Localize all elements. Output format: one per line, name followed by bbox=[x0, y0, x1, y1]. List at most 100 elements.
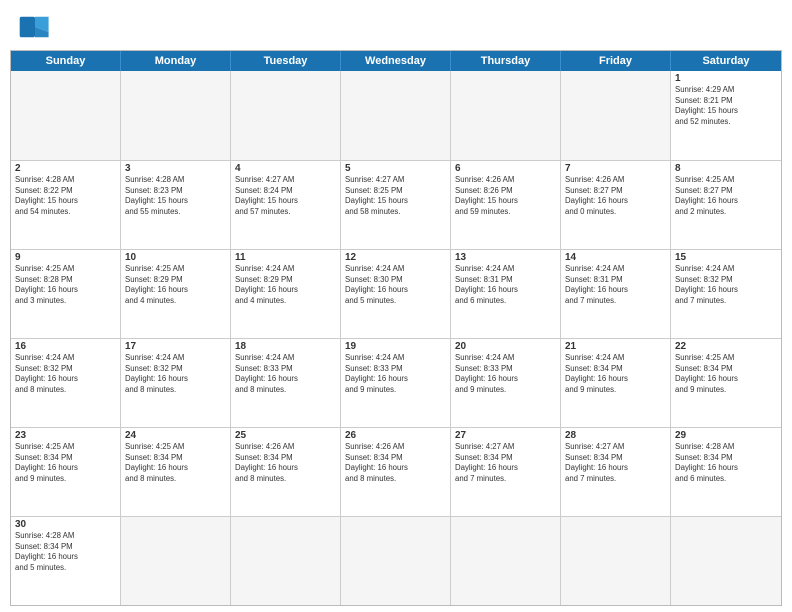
day-number: 24 bbox=[125, 430, 226, 441]
day-number: 30 bbox=[15, 519, 116, 530]
day-cell-29: 29Sunrise: 4:28 AMSunset: 8:34 PMDayligh… bbox=[671, 428, 781, 516]
day-number: 29 bbox=[675, 430, 777, 441]
day-number: 8 bbox=[675, 163, 777, 174]
day-cell-16: 16Sunrise: 4:24 AMSunset: 8:32 PMDayligh… bbox=[11, 339, 121, 427]
empty-cell bbox=[121, 517, 231, 605]
day-info: Sunrise: 4:25 AMSunset: 8:34 PMDaylight:… bbox=[675, 353, 777, 395]
calendar-row-3: 16Sunrise: 4:24 AMSunset: 8:32 PMDayligh… bbox=[11, 338, 781, 427]
day-cell-22: 22Sunrise: 4:25 AMSunset: 8:34 PMDayligh… bbox=[671, 339, 781, 427]
empty-cell bbox=[231, 517, 341, 605]
day-cell-17: 17Sunrise: 4:24 AMSunset: 8:32 PMDayligh… bbox=[121, 339, 231, 427]
day-of-week-wednesday: Wednesday bbox=[341, 51, 451, 71]
empty-cell bbox=[451, 517, 561, 605]
day-info: Sunrise: 4:28 AMSunset: 8:34 PMDaylight:… bbox=[675, 442, 777, 484]
day-number: 20 bbox=[455, 341, 556, 352]
empty-cell bbox=[341, 517, 451, 605]
day-info: Sunrise: 4:25 AMSunset: 8:34 PMDaylight:… bbox=[125, 442, 226, 484]
day-number: 25 bbox=[235, 430, 336, 441]
calendar-row-1: 2Sunrise: 4:28 AMSunset: 8:22 PMDaylight… bbox=[11, 160, 781, 249]
empty-cell bbox=[561, 517, 671, 605]
calendar-row-2: 9Sunrise: 4:25 AMSunset: 8:28 PMDaylight… bbox=[11, 249, 781, 338]
day-info: Sunrise: 4:26 AMSunset: 8:26 PMDaylight:… bbox=[455, 175, 556, 217]
day-cell-7: 7Sunrise: 4:26 AMSunset: 8:27 PMDaylight… bbox=[561, 161, 671, 249]
day-cell-21: 21Sunrise: 4:24 AMSunset: 8:34 PMDayligh… bbox=[561, 339, 671, 427]
day-info: Sunrise: 4:27 AMSunset: 8:25 PMDaylight:… bbox=[345, 175, 446, 217]
day-info: Sunrise: 4:24 AMSunset: 8:31 PMDaylight:… bbox=[565, 264, 666, 306]
day-cell-12: 12Sunrise: 4:24 AMSunset: 8:30 PMDayligh… bbox=[341, 250, 451, 338]
day-cell-13: 13Sunrise: 4:24 AMSunset: 8:31 PMDayligh… bbox=[451, 250, 561, 338]
day-cell-24: 24Sunrise: 4:25 AMSunset: 8:34 PMDayligh… bbox=[121, 428, 231, 516]
day-info: Sunrise: 4:24 AMSunset: 8:32 PMDaylight:… bbox=[675, 264, 777, 306]
day-cell-27: 27Sunrise: 4:27 AMSunset: 8:34 PMDayligh… bbox=[451, 428, 561, 516]
day-of-week-saturday: Saturday bbox=[671, 51, 781, 71]
day-cell-25: 25Sunrise: 4:26 AMSunset: 8:34 PMDayligh… bbox=[231, 428, 341, 516]
day-info: Sunrise: 4:24 AMSunset: 8:33 PMDaylight:… bbox=[235, 353, 336, 395]
empty-cell bbox=[11, 71, 121, 160]
day-info: Sunrise: 4:24 AMSunset: 8:29 PMDaylight:… bbox=[235, 264, 336, 306]
day-cell-9: 9Sunrise: 4:25 AMSunset: 8:28 PMDaylight… bbox=[11, 250, 121, 338]
empty-cell bbox=[671, 517, 781, 605]
day-info: Sunrise: 4:25 AMSunset: 8:27 PMDaylight:… bbox=[675, 175, 777, 217]
calendar: SundayMondayTuesdayWednesdayThursdayFrid… bbox=[10, 50, 782, 606]
day-cell-20: 20Sunrise: 4:24 AMSunset: 8:33 PMDayligh… bbox=[451, 339, 561, 427]
logo-icon bbox=[18, 10, 52, 44]
day-info: Sunrise: 4:27 AMSunset: 8:34 PMDaylight:… bbox=[565, 442, 666, 484]
day-cell-8: 8Sunrise: 4:25 AMSunset: 8:27 PMDaylight… bbox=[671, 161, 781, 249]
day-info: Sunrise: 4:24 AMSunset: 8:34 PMDaylight:… bbox=[565, 353, 666, 395]
day-number: 6 bbox=[455, 163, 556, 174]
day-number: 3 bbox=[125, 163, 226, 174]
empty-cell bbox=[341, 71, 451, 160]
day-cell-18: 18Sunrise: 4:24 AMSunset: 8:33 PMDayligh… bbox=[231, 339, 341, 427]
day-info: Sunrise: 4:24 AMSunset: 8:31 PMDaylight:… bbox=[455, 264, 556, 306]
day-info: Sunrise: 4:24 AMSunset: 8:30 PMDaylight:… bbox=[345, 264, 446, 306]
day-cell-3: 3Sunrise: 4:28 AMSunset: 8:23 PMDaylight… bbox=[121, 161, 231, 249]
day-number: 1 bbox=[675, 73, 777, 84]
day-number: 23 bbox=[15, 430, 116, 441]
day-cell-26: 26Sunrise: 4:26 AMSunset: 8:34 PMDayligh… bbox=[341, 428, 451, 516]
calendar-body: 1Sunrise: 4:29 AMSunset: 8:21 PMDaylight… bbox=[11, 71, 781, 605]
day-info: Sunrise: 4:25 AMSunset: 8:29 PMDaylight:… bbox=[125, 264, 226, 306]
day-number: 19 bbox=[345, 341, 446, 352]
day-cell-5: 5Sunrise: 4:27 AMSunset: 8:25 PMDaylight… bbox=[341, 161, 451, 249]
empty-cell bbox=[121, 71, 231, 160]
day-info: Sunrise: 4:25 AMSunset: 8:34 PMDaylight:… bbox=[15, 442, 116, 484]
empty-cell bbox=[231, 71, 341, 160]
day-cell-11: 11Sunrise: 4:24 AMSunset: 8:29 PMDayligh… bbox=[231, 250, 341, 338]
day-cell-4: 4Sunrise: 4:27 AMSunset: 8:24 PMDaylight… bbox=[231, 161, 341, 249]
day-of-week-sunday: Sunday bbox=[11, 51, 121, 71]
day-info: Sunrise: 4:24 AMSunset: 8:32 PMDaylight:… bbox=[15, 353, 116, 395]
day-of-week-monday: Monday bbox=[121, 51, 231, 71]
empty-cell bbox=[451, 71, 561, 160]
day-cell-2: 2Sunrise: 4:28 AMSunset: 8:22 PMDaylight… bbox=[11, 161, 121, 249]
day-number: 18 bbox=[235, 341, 336, 352]
logo bbox=[18, 10, 58, 44]
day-info: Sunrise: 4:28 AMSunset: 8:23 PMDaylight:… bbox=[125, 175, 226, 217]
day-number: 17 bbox=[125, 341, 226, 352]
day-info: Sunrise: 4:26 AMSunset: 8:34 PMDaylight:… bbox=[235, 442, 336, 484]
day-cell-1: 1Sunrise: 4:29 AMSunset: 8:21 PMDaylight… bbox=[671, 71, 781, 160]
day-number: 2 bbox=[15, 163, 116, 174]
day-cell-19: 19Sunrise: 4:24 AMSunset: 8:33 PMDayligh… bbox=[341, 339, 451, 427]
day-of-week-tuesday: Tuesday bbox=[231, 51, 341, 71]
page: SundayMondayTuesdayWednesdayThursdayFrid… bbox=[0, 0, 792, 612]
day-number: 22 bbox=[675, 341, 777, 352]
calendar-row-4: 23Sunrise: 4:25 AMSunset: 8:34 PMDayligh… bbox=[11, 427, 781, 516]
day-number: 7 bbox=[565, 163, 666, 174]
day-info: Sunrise: 4:24 AMSunset: 8:32 PMDaylight:… bbox=[125, 353, 226, 395]
day-cell-28: 28Sunrise: 4:27 AMSunset: 8:34 PMDayligh… bbox=[561, 428, 671, 516]
day-cell-30: 30Sunrise: 4:28 AMSunset: 8:34 PMDayligh… bbox=[11, 517, 121, 605]
day-number: 16 bbox=[15, 341, 116, 352]
day-info: Sunrise: 4:24 AMSunset: 8:33 PMDaylight:… bbox=[455, 353, 556, 395]
day-number: 28 bbox=[565, 430, 666, 441]
day-cell-15: 15Sunrise: 4:24 AMSunset: 8:32 PMDayligh… bbox=[671, 250, 781, 338]
day-info: Sunrise: 4:27 AMSunset: 8:34 PMDaylight:… bbox=[455, 442, 556, 484]
day-number: 9 bbox=[15, 252, 116, 263]
day-info: Sunrise: 4:28 AMSunset: 8:34 PMDaylight:… bbox=[15, 531, 116, 573]
day-info: Sunrise: 4:27 AMSunset: 8:24 PMDaylight:… bbox=[235, 175, 336, 217]
day-info: Sunrise: 4:24 AMSunset: 8:33 PMDaylight:… bbox=[345, 353, 446, 395]
day-of-week-friday: Friday bbox=[561, 51, 671, 71]
day-number: 14 bbox=[565, 252, 666, 263]
day-number: 21 bbox=[565, 341, 666, 352]
day-number: 10 bbox=[125, 252, 226, 263]
day-info: Sunrise: 4:25 AMSunset: 8:28 PMDaylight:… bbox=[15, 264, 116, 306]
